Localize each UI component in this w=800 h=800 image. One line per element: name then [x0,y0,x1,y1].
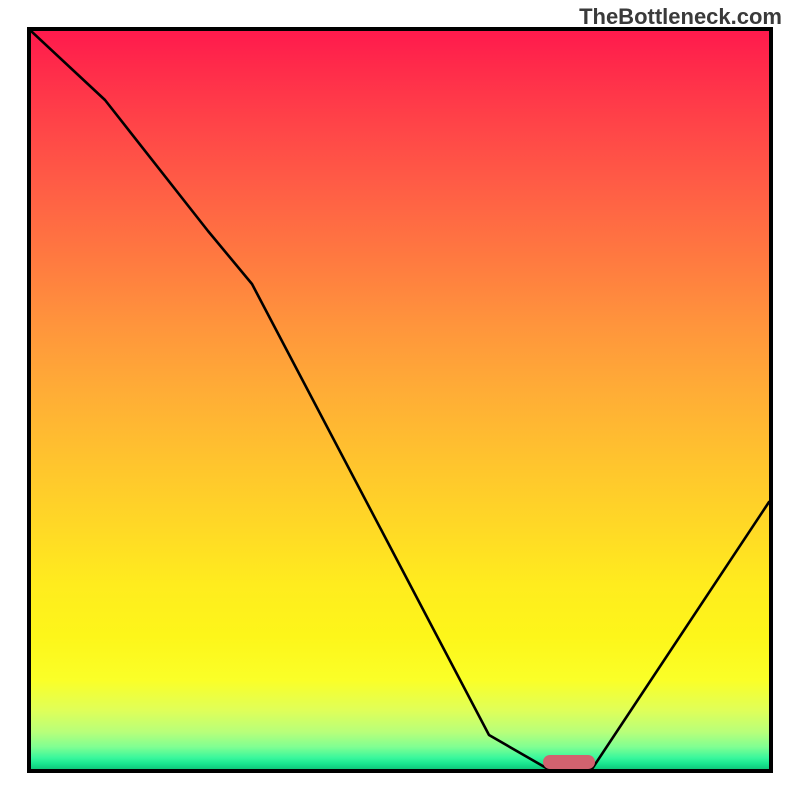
bottleneck-curve-path [31,31,769,769]
chart-curve-svg [31,31,769,769]
chart-plot-area [27,27,773,773]
watermark-text: TheBottleneck.com [579,4,782,30]
optimal-range-marker [543,755,595,769]
